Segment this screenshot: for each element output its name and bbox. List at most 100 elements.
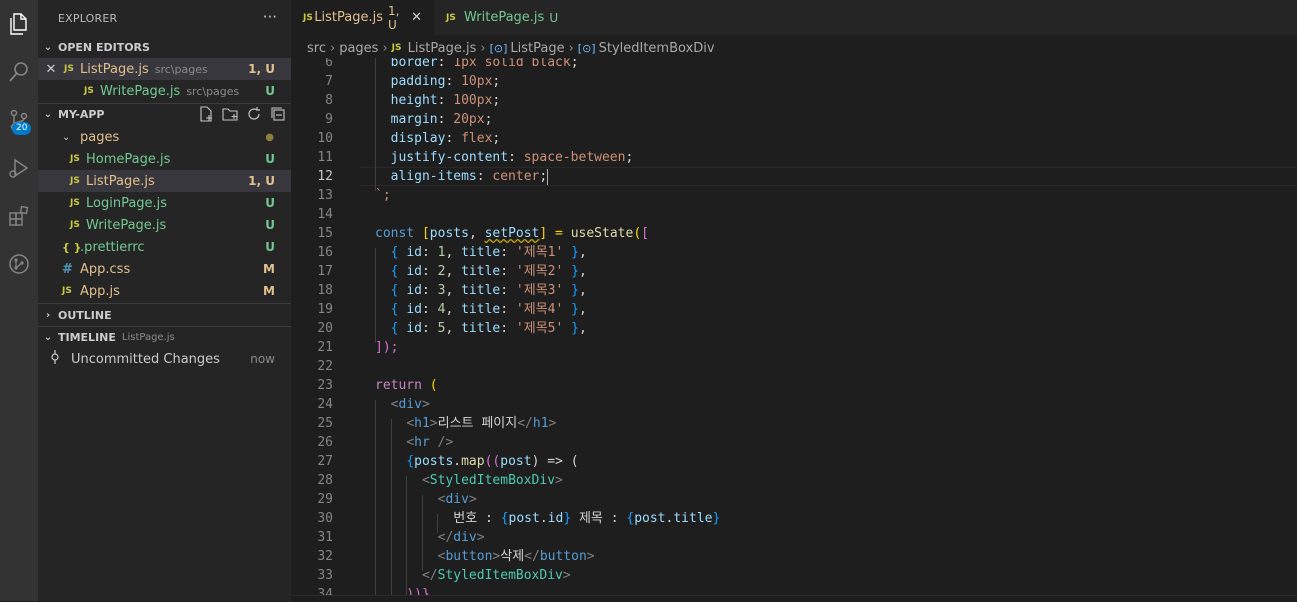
- new-folder-icon[interactable]: [222, 106, 238, 122]
- chevron-right-icon: ›: [329, 40, 336, 56]
- file-path: src\pages: [186, 84, 240, 98]
- line-number: 10: [317, 131, 333, 146]
- breadcrumb-symbol[interactable]: StyledItemBoxDiv: [599, 41, 715, 56]
- text-cursor: [547, 168, 549, 185]
- js-file-icon: JS: [70, 176, 80, 186]
- more-actions-icon[interactable]: ···: [263, 8, 277, 26]
- folder-pages[interactable]: ⌄ pages ●: [38, 126, 291, 148]
- line-number: 27: [317, 454, 333, 469]
- open-editor-item[interactable]: ✕ JS ListPage.js src\pages 1, U: [38, 58, 291, 80]
- line-number: 20: [317, 321, 333, 336]
- js-file-icon: JS: [391, 43, 402, 53]
- tab-writepage[interactable]: JS WritePage.js U: [434, 0, 570, 35]
- breadcrumb: src › pages › JS ListPage.js › [⊙] ListP…: [307, 38, 715, 58]
- tree-file-item[interactable]: JS WritePage.js U: [38, 214, 291, 236]
- tree-file-item[interactable]: JS LoginPage.js U: [38, 192, 291, 214]
- code-line: ))}: [406, 587, 430, 595]
- close-icon[interactable]: ✕: [411, 10, 422, 25]
- tree-file-item[interactable]: { } .prettierrc U: [38, 236, 291, 258]
- chevron-down-icon: ⌄: [43, 108, 53, 120]
- collapse-all-icon[interactable]: [270, 106, 286, 122]
- tree-file-item[interactable]: JS ListPage.js 1, U: [38, 170, 291, 192]
- line-number: 28: [317, 473, 333, 488]
- file-status: 1, U: [248, 62, 275, 76]
- code-line: return (: [375, 378, 438, 393]
- tree-file-item[interactable]: # App.css M: [38, 258, 291, 280]
- modified-dot-icon: ●: [265, 131, 274, 143]
- line-number: 14: [317, 207, 333, 222]
- code-line: padding: 10px;: [390, 74, 501, 89]
- code-line: </StyledItemBoxDiv>: [421, 568, 571, 583]
- timeline-entry[interactable]: Uncommitted Changes now: [38, 348, 291, 370]
- close-icon[interactable]: ✕: [38, 62, 64, 77]
- file-status: U: [265, 84, 275, 98]
- breadcrumb-file[interactable]: ListPage.js: [408, 41, 477, 56]
- code-line: display: flex;: [390, 131, 501, 146]
- code-line: height: 100px;: [390, 93, 501, 108]
- line-number: 25: [317, 416, 333, 431]
- js-file-icon: JS: [70, 198, 80, 208]
- line-number: 18: [317, 283, 333, 298]
- code-editor[interactable]: 6 7 8 9 10 11 12 13 14 15 16 17 18 19 20…: [291, 58, 1297, 595]
- timeline-header[interactable]: ⌄ TIMELINE ListPage.js: [38, 326, 291, 348]
- line-number: 6: [325, 58, 333, 70]
- js-file-icon: JS: [64, 64, 74, 74]
- git-graph-icon[interactable]: [0, 244, 38, 284]
- line-number: 23: [317, 378, 333, 393]
- code-line: align-items: center;: [390, 168, 549, 185]
- code-line: 번호 : {post.id} 제목 : {post.title}: [453, 511, 721, 526]
- outline-header[interactable]: › OUTLINE: [38, 304, 291, 326]
- symbol-variable-icon: [⊙]: [577, 41, 596, 55]
- tab-listpage[interactable]: JS ListPage.js 1, U ✕: [291, 0, 434, 35]
- source-control-icon[interactable]: 20: [0, 100, 38, 140]
- my-app-header[interactable]: ⌄ MY-APP: [38, 103, 291, 125]
- code-line: {posts.map((post) => (: [406, 454, 579, 469]
- line-number: 19: [317, 302, 333, 317]
- line-number: 15: [317, 226, 333, 241]
- line-number: 31: [317, 530, 333, 545]
- line-number: 12: [317, 169, 333, 184]
- code-line: </div>: [437, 530, 485, 545]
- json-file-icon: { }: [62, 240, 82, 254]
- breadcrumb-symbol[interactable]: ListPage: [510, 41, 564, 56]
- new-file-icon[interactable]: [198, 106, 214, 122]
- code-line: { id: 3, title: '제목3' },: [390, 283, 587, 298]
- line-number: 22: [317, 359, 333, 374]
- line-number: 8: [325, 93, 333, 108]
- line-number: 9: [325, 112, 333, 127]
- line-number: 33: [317, 568, 333, 583]
- chevron-down-icon: ⌄: [43, 41, 53, 53]
- code-line: ]);: [375, 340, 399, 355]
- breadcrumb-pages[interactable]: pages: [339, 41, 378, 56]
- code-line: { id: 2, title: '제목2' },: [390, 264, 587, 279]
- file-name: ListPage.js: [80, 61, 149, 77]
- tree-file-item[interactable]: JS HomePage.js U: [38, 148, 291, 170]
- explorer-sidebar: EXPLORER ··· ⌄ OPEN EDITORS ✕ JS ListPag…: [38, 0, 291, 601]
- css-file-icon: #: [62, 261, 73, 277]
- chevron-down-icon: ⌄: [43, 331, 53, 343]
- open-editors-header[interactable]: ⌄ OPEN EDITORS: [38, 36, 291, 58]
- chevron-down-icon: ⌄: [62, 131, 71, 143]
- breadcrumb-src[interactable]: src: [307, 41, 326, 56]
- line-number: 7: [325, 74, 333, 89]
- refresh-icon[interactable]: [246, 106, 262, 122]
- run-debug-icon[interactable]: [0, 148, 38, 188]
- line-number: 34: [317, 587, 333, 595]
- open-editor-item[interactable]: JS WritePage.js src\pages U: [38, 80, 291, 102]
- commit-node-icon: [38, 350, 71, 368]
- code-line: margin: 20px;: [390, 112, 493, 127]
- line-number: 26: [317, 435, 333, 450]
- activity-bar: 20: [0, 0, 38, 601]
- chevron-right-icon: ›: [45, 309, 51, 321]
- explorer-icon[interactable]: [0, 4, 38, 44]
- line-number: 24: [317, 397, 333, 412]
- line-number: 16: [317, 245, 333, 260]
- file-name: WritePage.js: [100, 83, 181, 99]
- extensions-icon[interactable]: [0, 196, 38, 236]
- chevron-right-icon: ›: [382, 40, 388, 56]
- symbol-variable-icon: [⊙]: [489, 41, 508, 55]
- tree-file-item[interactable]: JS App.js M: [38, 280, 291, 302]
- js-file-icon: JS: [84, 86, 94, 96]
- line-number: 11: [317, 150, 333, 165]
- search-icon[interactable]: [0, 52, 38, 92]
